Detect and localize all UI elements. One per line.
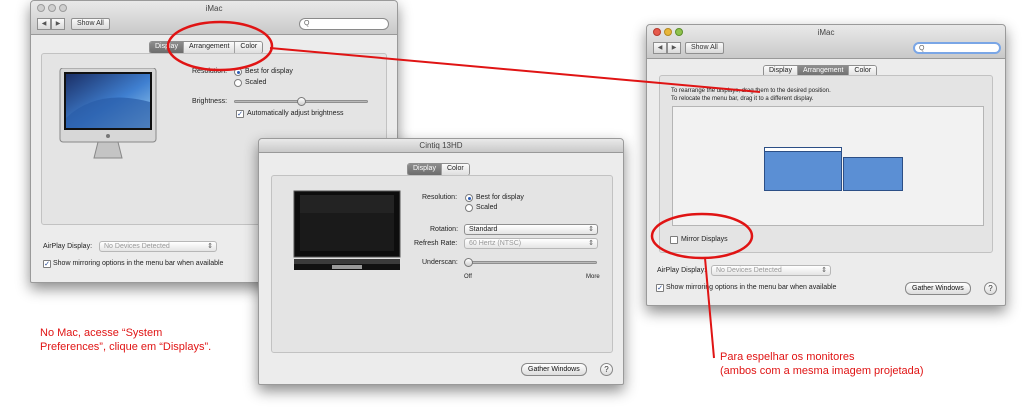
note-mirror-displays: Para espelhar os monitores (ambos com a … <box>720 350 924 378</box>
arrangement-tab-highlight-circle <box>166 20 274 72</box>
mirror-displays-highlight-circle <box>650 212 754 260</box>
note-line-2: Preferences”, clique em “Displays”. <box>40 341 212 353</box>
note-open-preferences: No Mac, acesse “System Preferences”, cli… <box>40 326 211 354</box>
connector-line-arrangement <box>269 47 761 93</box>
note-line-1: No Mac, acesse “System <box>40 327 163 339</box>
connector-line-mirror <box>704 257 715 359</box>
note-line-1: Para espelhar os monitores <box>720 351 855 363</box>
note-line-2: (ambos com a mesma imagem projetada) <box>720 365 924 377</box>
